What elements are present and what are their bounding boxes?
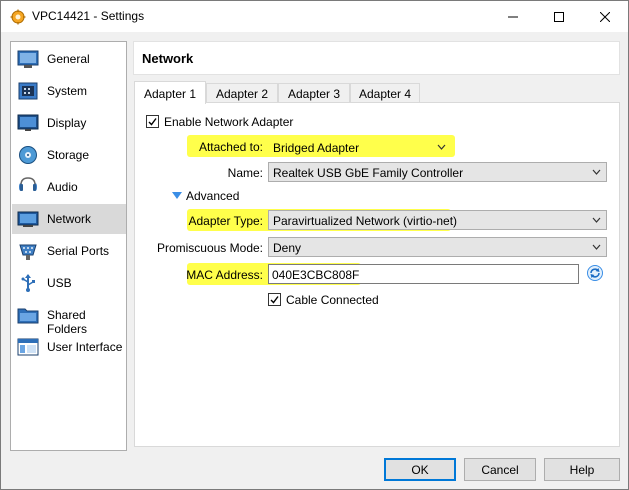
system-icon (18, 82, 38, 100)
virtualbox-app-icon (10, 9, 26, 25)
cancel-button[interactable]: Cancel (464, 458, 536, 481)
promiscuous-mode-value: Deny (273, 241, 302, 255)
close-icon (600, 11, 610, 22)
page-title: Network (142, 51, 194, 66)
tab-adapter-1[interactable]: Adapter 1 (134, 81, 206, 104)
checkmark-icon (270, 296, 279, 304)
maximize-button[interactable] (536, 1, 582, 32)
sidebar-item-user-interface[interactable]: User Interface (12, 332, 126, 362)
settings-sidebar: General System Display Storage Audio Net… (10, 41, 127, 451)
refresh-icon (587, 265, 603, 281)
maximize-icon (554, 11, 564, 22)
mac-address-value: 040E3CBC808F (272, 268, 360, 282)
sidebar-item-network[interactable]: Network (12, 204, 126, 234)
sidebar-item-audio[interactable]: Audio (12, 172, 126, 202)
minimize-icon (508, 16, 518, 17)
chevron-down-icon (592, 244, 601, 250)
attached-to-select[interactable]: Bridged Adapter (268, 137, 452, 157)
chevron-down-icon (592, 169, 601, 175)
sidebar-item-label: Audio (47, 180, 78, 194)
cable-connected-label: Cable Connected (286, 293, 379, 307)
display-icon (17, 114, 39, 131)
sidebar-item-label: Network (47, 212, 92, 226)
user-interface-icon (17, 338, 39, 356)
sidebar-item-label: User Interface (47, 340, 123, 354)
checkmark-icon (148, 118, 157, 126)
sidebar-item-general[interactable]: General (12, 44, 126, 74)
enable-adapter-checkbox[interactable] (146, 115, 159, 128)
network-icon (17, 211, 39, 227)
mac-address-label: MAC Address: (186, 268, 263, 282)
tab-adapter-2[interactable]: Adapter 2 (206, 83, 278, 103)
chevron-down-icon (592, 217, 601, 223)
sidebar-item-label: Storage (47, 148, 90, 162)
storage-icon (19, 146, 37, 164)
sidebar-item-label: System (47, 84, 88, 98)
page-header: Network (133, 41, 620, 75)
advanced-label: Advanced (186, 189, 240, 203)
advanced-toggle[interactable]: Advanced (172, 189, 252, 205)
attached-to-label: Attached to: (198, 140, 263, 154)
help-button[interactable]: Help (544, 458, 620, 481)
sidebar-item-storage[interactable]: Storage (12, 140, 126, 170)
sidebar-item-label: Display (47, 116, 87, 130)
enable-adapter-label: Enable Network Adapter (164, 115, 294, 129)
sidebar-item-system[interactable]: System (12, 76, 126, 106)
sidebar-item-shared-folders[interactable]: Shared Folders (12, 300, 126, 336)
serial-ports-icon (19, 244, 37, 260)
settings-window: VPC14421 - Settings General System Displ… (0, 0, 629, 490)
mac-address-input[interactable]: 040E3CBC808F (268, 264, 579, 284)
sidebar-item-label: General (47, 52, 90, 66)
sidebar-item-serial-ports[interactable]: Serial Ports (12, 236, 126, 266)
general-icon (17, 50, 39, 68)
adapter-type-select[interactable]: Paravirtualized Network (virtio-net) (268, 210, 607, 230)
tab-adapter-3[interactable]: Adapter 3 (278, 83, 350, 103)
name-select[interactable]: Realtek USB GbE Family Controller (268, 162, 607, 182)
promiscuous-mode-label: Promiscuous Mode: (156, 241, 263, 255)
name-value: Realtek USB GbE Family Controller (273, 166, 464, 180)
usb-icon (21, 274, 35, 292)
title-bar[interactable]: VPC14421 - Settings (1, 1, 628, 32)
chevron-down-icon (437, 144, 446, 150)
audio-icon (19, 177, 37, 191)
attached-to-value: Bridged Adapter (273, 141, 360, 155)
sidebar-item-display[interactable]: Display (12, 108, 126, 138)
cable-connected-checkbox[interactable] (268, 293, 281, 306)
name-label: Name: (227, 166, 263, 180)
triangle-down-icon (172, 192, 182, 199)
close-button[interactable] (582, 1, 628, 32)
adapter-panel: Enable Network Adapter Attached to: Brid… (134, 102, 620, 447)
ok-button[interactable]: OK (384, 458, 456, 481)
minimize-button[interactable] (490, 1, 536, 32)
shared-folders-icon (17, 308, 39, 324)
sidebar-item-label: Serial Ports (47, 244, 110, 258)
window-title: VPC14421 - Settings (32, 9, 145, 23)
promiscuous-mode-select[interactable]: Deny (268, 237, 607, 257)
sidebar-item-usb[interactable]: USB (12, 268, 126, 298)
refresh-mac-button[interactable] (586, 264, 606, 284)
sidebar-item-label: USB (47, 276, 72, 290)
adapter-type-value: Paravirtualized Network (virtio-net) (273, 214, 458, 228)
adapter-type-label: Adapter Type: (188, 214, 264, 228)
tab-adapter-4[interactable]: Adapter 4 (350, 83, 420, 103)
